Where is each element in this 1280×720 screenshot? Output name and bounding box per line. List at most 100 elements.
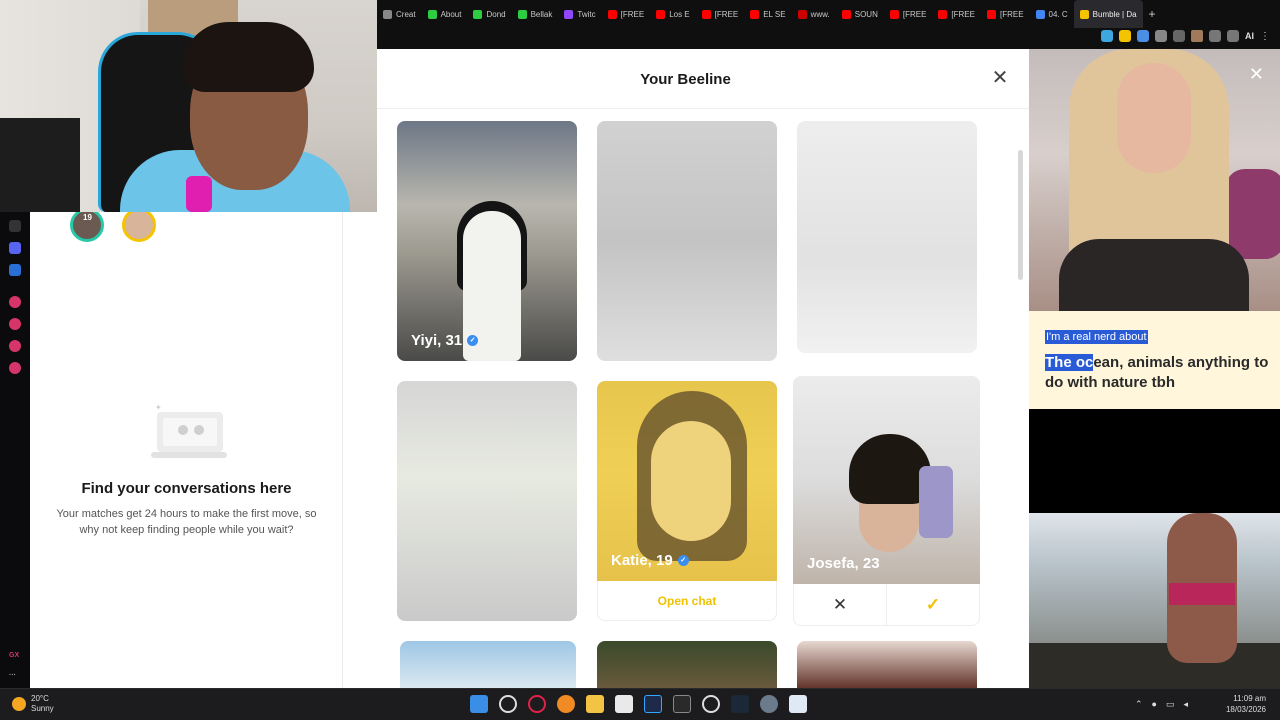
open-chat-button[interactable]: Open chat: [597, 581, 777, 621]
browser-tab[interactable]: Los E: [650, 0, 695, 28]
browser-tab[interactable]: [FREE: [602, 0, 651, 28]
puzzle-icon[interactable]: [1155, 30, 1167, 42]
empty-conversations-title: Find your conversations here: [81, 480, 292, 497]
webcam-overlay: [0, 0, 377, 212]
profile-avatar-icon[interactable]: [1191, 30, 1203, 42]
tab-favicon-icon: [841, 9, 851, 19]
browser-tab[interactable]: www.: [792, 0, 836, 28]
browser-tab[interactable]: SOUN: [836, 0, 884, 28]
extension-icon[interactable]: [1137, 30, 1149, 42]
browser-menu-icon[interactable]: ⋮: [1260, 31, 1270, 42]
match-avatar[interactable]: 19: [70, 208, 104, 242]
accept-icon[interactable]: ✓: [887, 584, 979, 625]
app-icon[interactable]: [702, 695, 720, 713]
empty-conversations-subtitle: Your matches get 24 hours to make the fi…: [56, 508, 317, 536]
browser-tab[interactable]: Bumble | Da: [1073, 0, 1143, 28]
verified-badge-icon: ✓: [467, 335, 479, 346]
folder-icon[interactable]: [586, 695, 604, 713]
new-tab-button[interactable]: +: [1143, 7, 1162, 21]
blurred-beeline-card[interactable]: [797, 121, 977, 353]
beeline-card[interactable]: [400, 641, 576, 691]
app-icon[interactable]: [557, 695, 575, 713]
browser-tab[interactable]: Creat: [377, 0, 422, 28]
sun-icon: [12, 697, 26, 711]
tab-label: [FREE: [999, 9, 1024, 19]
card-name: Katie, 19 ✓: [611, 552, 689, 569]
close-icon[interactable]: ✕: [989, 67, 1011, 89]
blurred-beeline-card[interactable]: [597, 121, 777, 361]
browser-tab[interactable]: Dond: [467, 0, 511, 28]
beeline-card[interactable]: Yiyi, 31 ✓: [397, 121, 577, 361]
profile-panel: ✕ I'm a real nerd about The ocean, anima…: [1029, 49, 1280, 688]
photoshop-icon[interactable]: [644, 695, 662, 713]
app-icon[interactable]: [9, 264, 21, 276]
discord-icon[interactable]: [9, 242, 21, 254]
conversations-panel: 19 ✦ Find your conversations here Your m…: [30, 208, 343, 688]
matches-row: 19: [70, 208, 156, 242]
card-name: Josefa, 23: [807, 555, 880, 572]
extension-icon[interactable]: [1119, 30, 1131, 42]
tab-favicon-icon: [1079, 9, 1089, 19]
browser-tab[interactable]: Bellak: [512, 0, 559, 28]
browser-tab[interactable]: 04. C: [1030, 0, 1074, 28]
tab-label: Bellak: [530, 9, 553, 19]
browser-tab[interactable]: About: [422, 0, 468, 28]
beeline-scrollbar[interactable]: [1018, 150, 1023, 280]
microphone-icon[interactable]: ●: [1152, 699, 1157, 710]
tab-label: About: [440, 9, 462, 19]
browser-tab[interactable]: [FREE: [932, 0, 981, 28]
volume-icon[interactable]: ◂: [1183, 699, 1188, 710]
browser-tab[interactable]: EL SE: [744, 0, 791, 28]
tab-label: Twitc: [577, 9, 596, 19]
clock-date: 18/03/2026: [1225, 705, 1266, 714]
app-icon[interactable]: [673, 695, 691, 713]
card-actions: ✕ ✓: [793, 584, 980, 626]
chevron-up-icon[interactable]: ⌃: [1135, 699, 1143, 710]
weather-widget[interactable]: 20°C Sunny: [12, 694, 54, 714]
photo-top: [1059, 239, 1249, 311]
browser-tab[interactable]: [FREE: [696, 0, 745, 28]
settings-icon[interactable]: [760, 695, 778, 713]
windows-start-icon[interactable]: [470, 695, 488, 713]
browser-tab[interactable]: [FREE: [884, 0, 933, 28]
beeline-card[interactable]: Josefa, 23: [793, 376, 980, 584]
more-icon[interactable]: ···: [9, 672, 16, 679]
extension-icon[interactable]: [1101, 30, 1113, 42]
steam-icon[interactable]: [731, 695, 749, 713]
match-avatar[interactable]: [122, 208, 156, 242]
photo-rocks: [1029, 643, 1280, 688]
clock[interactable]: 11:09 am 18/03/2026: [1226, 693, 1266, 715]
tab-favicon-icon: [938, 9, 948, 19]
beeline-card[interactable]: Katie, 19 ✓: [597, 381, 777, 581]
network-icon[interactable]: ▭: [1166, 699, 1175, 710]
close-icon[interactable]: ✕: [1249, 65, 1264, 83]
photo-swimwear: [1169, 583, 1235, 605]
music-icon[interactable]: [9, 296, 21, 308]
beeline-card[interactable]: [797, 641, 977, 691]
reject-icon[interactable]: ✕: [794, 584, 887, 625]
prompt-answer-selected: The oc: [1045, 354, 1094, 371]
blurred-beeline-card[interactable]: [397, 381, 577, 621]
svg-text:✦: ✦: [155, 403, 162, 412]
profile-main-photo: [1029, 49, 1280, 311]
photo-pillow: [1225, 169, 1280, 259]
share-icon[interactable]: [1227, 30, 1239, 42]
settings-icon[interactable]: [9, 362, 21, 374]
tab-favicon-icon: [656, 9, 666, 19]
tab-label: EL SE: [763, 9, 786, 19]
sidebar-icon[interactable]: [1173, 30, 1185, 42]
verified-badge-icon: ✓: [677, 555, 689, 566]
tab-label: 04. C: [1048, 9, 1068, 19]
tiktok-icon[interactable]: [9, 220, 21, 232]
browser-tab[interactable]: Twitc: [558, 0, 601, 28]
ai-button[interactable]: AI: [1245, 31, 1254, 41]
opera-gx-icon[interactable]: [528, 695, 546, 713]
browser-tab[interactable]: [FREE: [981, 0, 1030, 28]
store-icon[interactable]: [615, 695, 633, 713]
beeline-card[interactable]: [597, 641, 777, 691]
notepad-icon[interactable]: [789, 695, 807, 713]
history-icon[interactable]: [9, 318, 21, 330]
chat-icon[interactable]: [9, 340, 21, 352]
download-icon[interactable]: [1209, 30, 1221, 42]
search-icon[interactable]: [499, 695, 517, 713]
